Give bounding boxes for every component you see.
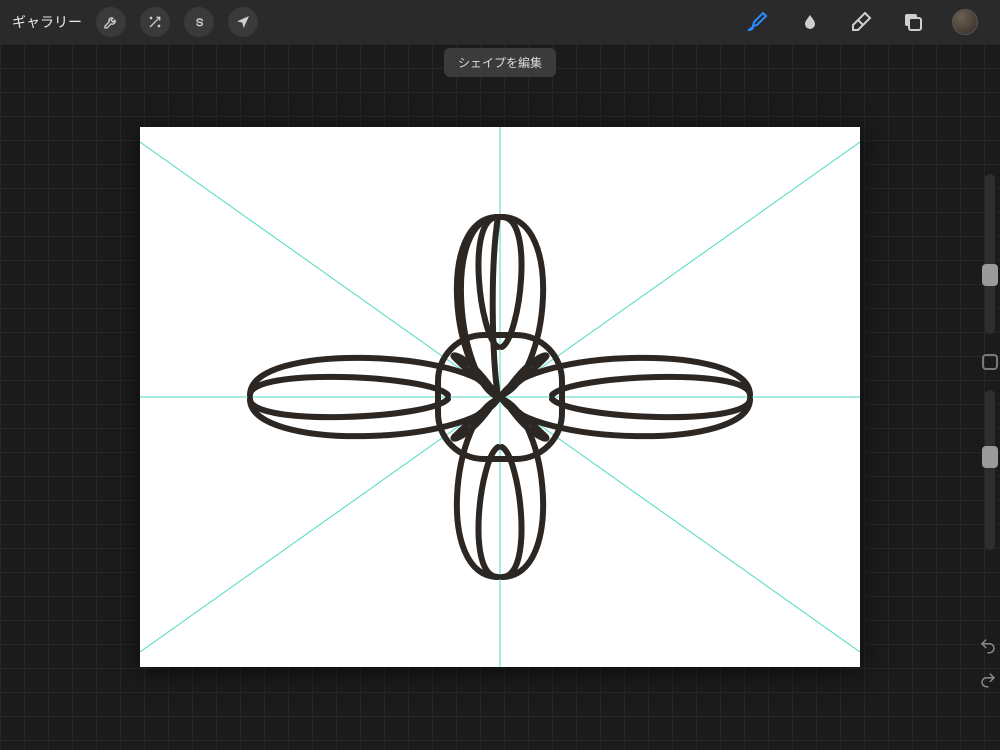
canvas-artwork xyxy=(140,127,860,667)
top-toolbar: ギャラリー シェイプを編集 xyxy=(0,0,1000,44)
eraser-icon xyxy=(849,10,873,34)
brush-icon xyxy=(745,10,769,34)
transform-button[interactable] xyxy=(228,7,258,37)
s-shape-icon xyxy=(191,14,207,30)
selection-button[interactable] xyxy=(184,7,214,37)
wrench-icon xyxy=(103,14,119,30)
brush-size-thumb[interactable] xyxy=(982,264,998,286)
eraser-tool[interactable] xyxy=(848,9,874,35)
toolbar-left-group: ギャラリー xyxy=(12,7,258,37)
color-picker-button[interactable] xyxy=(952,9,978,35)
smudge-tool[interactable] xyxy=(796,9,822,35)
undo-button[interactable] xyxy=(978,636,998,656)
brush-size-slider[interactable] xyxy=(985,174,995,334)
undo-icon xyxy=(979,637,997,655)
gallery-button[interactable]: ギャラリー xyxy=(12,12,82,32)
arrow-icon xyxy=(235,14,251,30)
modifier-button[interactable] xyxy=(982,354,998,370)
canvas[interactable] xyxy=(140,127,860,667)
layers-button[interactable] xyxy=(900,9,926,35)
redo-button[interactable] xyxy=(978,670,998,690)
adjustments-button[interactable] xyxy=(140,7,170,37)
brush-tool[interactable] xyxy=(744,9,770,35)
opacity-slider[interactable] xyxy=(985,390,995,550)
side-sliders xyxy=(980,174,1000,690)
toolbar-right-group xyxy=(744,9,988,35)
smudge-icon xyxy=(797,10,821,34)
edit-shape-tooltip[interactable]: シェイプを編集 xyxy=(444,48,556,77)
opacity-thumb[interactable] xyxy=(982,446,998,468)
workspace xyxy=(0,44,1000,750)
wand-icon xyxy=(147,14,163,30)
layers-icon xyxy=(901,10,925,34)
actions-button[interactable] xyxy=(96,7,126,37)
redo-icon xyxy=(979,671,997,689)
undo-redo-group xyxy=(978,636,998,690)
